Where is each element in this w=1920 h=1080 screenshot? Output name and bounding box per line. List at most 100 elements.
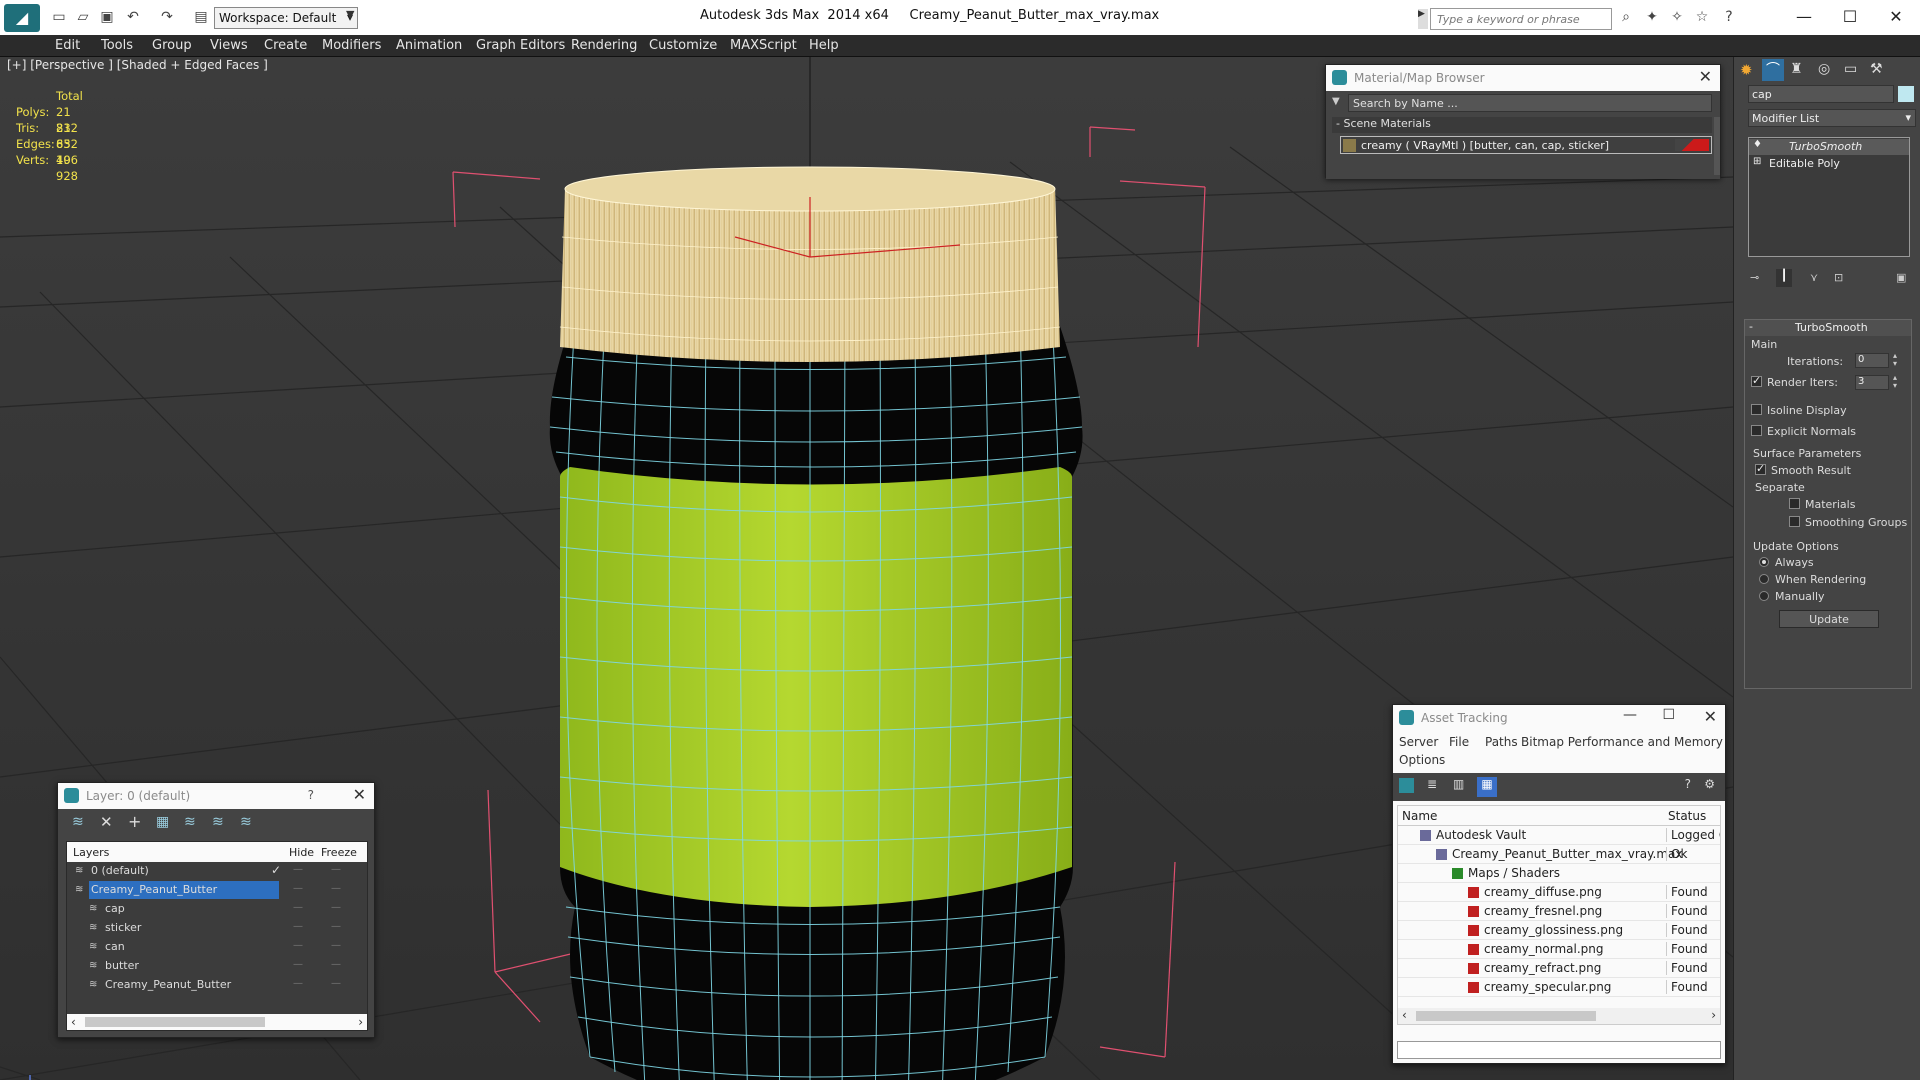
layer-name[interactable]: can (103, 938, 127, 956)
asset-horizontal-scrollbar[interactable]: ‹ › (1398, 1008, 1720, 1024)
scroll-thumb[interactable] (85, 1017, 265, 1027)
scroll-left-icon[interactable]: ‹ (1402, 1008, 1407, 1022)
object-name-field[interactable]: cap (1748, 85, 1894, 103)
freeze-toggle[interactable]: — (331, 978, 341, 989)
menu-graph-editors[interactable]: Graph Editors (476, 38, 565, 53)
redo-icon[interactable]: ↷ (158, 8, 176, 26)
scene-materials-header[interactable]: - Scene Materials (1332, 117, 1712, 133)
binoculars-icon[interactable]: ⌕ (1617, 8, 1635, 26)
asset-row[interactable]: creamy_fresnel.png Found (1398, 902, 1720, 921)
project-folder-icon[interactable]: ▤ (192, 8, 210, 26)
menu-create[interactable]: Create (264, 38, 307, 53)
freeze-toggle[interactable]: — (331, 902, 341, 913)
open-file-icon[interactable]: ▱ (74, 8, 92, 26)
materials-checkbox[interactable] (1789, 498, 1800, 509)
table-view-icon[interactable]: ▦ (1477, 777, 1497, 797)
layer-name[interactable]: 0 (default) (89, 862, 151, 880)
maximize-icon[interactable]: ☐ (1662, 707, 1675, 723)
viewport-label[interactable]: [+] [Perspective ] [Shaded + Edged Faces… (7, 58, 268, 72)
material-browser-titlebar[interactable]: Material/Map Browser ✕ (1326, 65, 1720, 91)
subscription-icon[interactable]: ✦ (1643, 8, 1661, 26)
communication-icon[interactable]: ✧ (1668, 8, 1686, 26)
column-layers[interactable]: Layers (73, 846, 109, 859)
create-layer-icon[interactable]: ≋ (72, 814, 84, 830)
asset-settings-icon[interactable]: ⚙ (1704, 777, 1715, 791)
asset-row[interactable]: Autodesk Vault Logged O (1398, 826, 1720, 845)
modify-tab-icon[interactable]: ⌒ (1762, 59, 1784, 81)
hierarchy-tab-icon[interactable]: ♜ (1790, 61, 1803, 77)
menu-views[interactable]: Views (210, 38, 248, 53)
layer-name[interactable]: Creamy_Peanut_Butter (89, 881, 279, 899)
layer-name[interactable]: Creamy_Peanut_Butter (103, 976, 233, 994)
menu-group[interactable]: Group (152, 38, 192, 53)
render-iters-spinner[interactable]: 3 (1855, 375, 1889, 390)
menu-customize[interactable]: Customize (649, 38, 717, 53)
stack-item-editable-poly[interactable]: ⊞ Editable Poly (1749, 156, 1909, 172)
when-rendering-radio[interactable] (1759, 574, 1769, 584)
menu-animation[interactable]: Animation (396, 38, 462, 53)
update-button[interactable]: Update (1779, 610, 1879, 628)
freeze-toggle[interactable]: — (331, 940, 341, 951)
maximize-button[interactable]: ☐ (1828, 4, 1872, 30)
asset-row[interactable]: creamy_refract.png Found (1398, 959, 1720, 978)
asset-menu-options[interactable]: Options (1399, 753, 1445, 767)
smoothing-groups-checkbox[interactable] (1789, 516, 1800, 527)
hide-toggle[interactable]: — (293, 902, 303, 913)
layer-row[interactable]: ≋ Creamy_Peanut_Butter — — (67, 976, 367, 995)
hide-all-icon[interactable]: ≋ (240, 814, 252, 830)
asset-row[interactable]: creamy_glossiness.png Found (1398, 921, 1720, 940)
always-radio[interactable] (1759, 557, 1769, 567)
layer-row[interactable]: ≋ Creamy_Peanut_Butter — — (67, 881, 367, 900)
scroll-left-icon[interactable]: ‹ (71, 1015, 76, 1029)
spinner-arrows-icon[interactable]: ▴ ▾ (1893, 352, 1897, 368)
object-color-swatch[interactable] (1898, 86, 1914, 102)
material-search-input[interactable]: Search by Name ... (1348, 94, 1712, 112)
make-unique-icon[interactable]: ⋎ (1810, 271, 1818, 284)
hide-toggle[interactable]: — (293, 959, 303, 970)
help-icon[interactable]: ? (1720, 8, 1738, 26)
close-icon[interactable]: ✕ (1704, 707, 1717, 726)
expand-icon[interactable]: ⊞ (1753, 156, 1761, 167)
help-icon[interactable]: ? (308, 788, 314, 802)
asset-menu-bitmap[interactable]: Bitmap Performance and Memory (1521, 735, 1723, 749)
peanut-butter-jar[interactable] (549, 166, 1083, 1080)
asset-menu-file[interactable]: File (1449, 735, 1469, 749)
asset-menu-server[interactable]: Server (1399, 735, 1438, 749)
search-options-icon[interactable]: ▼ (1332, 96, 1340, 107)
current-layer-icon[interactable]: ≋ (212, 814, 224, 830)
close-icon[interactable]: ✕ (1699, 67, 1712, 86)
pin-stack-icon[interactable]: ⊸ (1750, 271, 1759, 284)
app-logo-icon[interactable]: ◢ (4, 4, 40, 32)
asset-row[interactable]: Creamy_Peanut_Butter_max_vray.max Ok (1398, 845, 1720, 864)
material-browser-scrollbar[interactable] (1714, 117, 1720, 175)
freeze-toggle[interactable]: — (331, 959, 341, 970)
close-icon[interactable]: ✕ (353, 785, 366, 804)
layer-window-titlebar[interactable]: Layer: 0 (default) ? ✕ (58, 783, 374, 809)
iterations-spinner[interactable]: 0 (1855, 353, 1889, 368)
select-objects-icon[interactable]: ▦ (156, 814, 169, 830)
utilities-tab-icon[interactable]: ⚒ (1870, 61, 1883, 77)
material-item-creamy[interactable]: creamy ( VRayMtl ) [butter, can, cap, st… (1340, 136, 1712, 154)
asset-row[interactable]: creamy_diffuse.png Found (1398, 883, 1720, 902)
layer-row[interactable]: ≋ butter — — (67, 957, 367, 976)
rollout-header[interactable]: - TurboSmooth (1745, 320, 1911, 336)
scroll-right-icon[interactable]: › (1711, 1008, 1716, 1022)
column-freeze[interactable]: Freeze (321, 846, 357, 859)
asset-row[interactable]: Maps / Shaders (1398, 864, 1720, 883)
configure-sets-icon[interactable]: ▣ (1896, 271, 1906, 284)
freeze-toggle[interactable]: — (331, 883, 341, 894)
column-hide[interactable]: Hide (289, 846, 314, 859)
layer-name[interactable]: cap (103, 900, 127, 918)
smooth-result-checkbox[interactable] (1755, 462, 1766, 475)
manually-radio[interactable] (1759, 591, 1769, 601)
column-name[interactable]: Name (1402, 809, 1437, 823)
menu-rendering[interactable]: Rendering (571, 38, 637, 53)
list-view-icon[interactable]: ≣ (1427, 777, 1437, 791)
menu-maxscript[interactable]: MAXScript (730, 38, 797, 53)
display-tab-icon[interactable]: ▭ (1844, 61, 1857, 77)
menu-modifiers[interactable]: Modifiers (322, 38, 381, 53)
motion-tab-icon[interactable]: ◎ (1818, 61, 1830, 77)
undo-icon[interactable]: ↶ (124, 8, 142, 26)
asset-row[interactable]: creamy_normal.png Found (1398, 940, 1720, 959)
close-button[interactable]: ✕ (1874, 4, 1918, 30)
